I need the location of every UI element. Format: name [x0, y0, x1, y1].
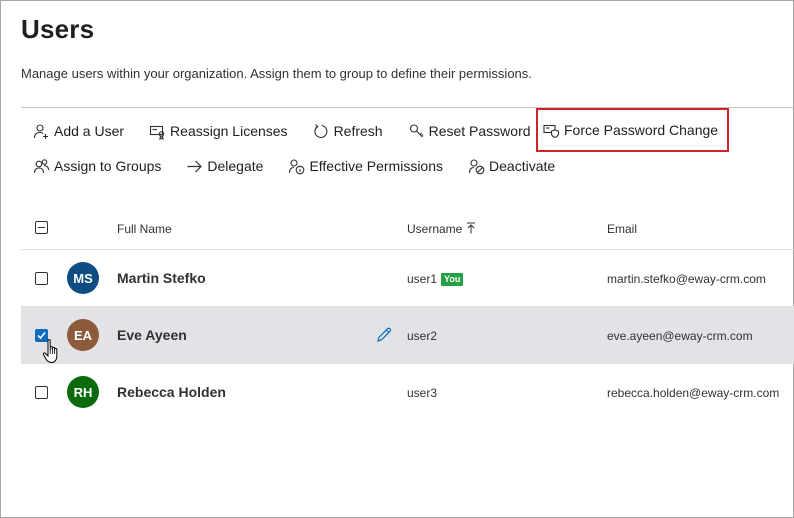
- key-person-icon: [409, 123, 423, 137]
- delegate-label: Delegate: [207, 158, 264, 174]
- add-user-label: Add a User: [54, 123, 125, 139]
- avatar: MS: [67, 262, 99, 294]
- page-subtitle: Manage users within your organization. A…: [21, 66, 532, 81]
- refresh-icon: [313, 123, 327, 138]
- page-title: Users: [21, 14, 95, 44]
- user-email: martin.stefko@eway-crm.com: [607, 272, 766, 286]
- user-full-name[interactable]: Martin Stefko: [117, 270, 206, 286]
- user-full-name[interactable]: Eve Ayeen: [117, 327, 187, 343]
- user-username: user3: [407, 386, 438, 400]
- table-row[interactable]: RH Rebecca Holden user3 rebecca.holden@e…: [21, 364, 794, 421]
- users-table: Full Name Username Email MS Martin Stefk…: [21, 207, 794, 421]
- column-header-username[interactable]: Username: [407, 222, 476, 236]
- table-row[interactable]: MS Martin Stefko user1 You martin.stefko@…: [21, 250, 794, 307]
- add-user-button[interactable]: Add a User: [33, 116, 124, 146]
- effective-permissions-label: Effective Permissions: [309, 158, 444, 174]
- column-header-full-name[interactable]: Full Name: [117, 222, 172, 236]
- table-header: Full Name Username Email: [21, 207, 794, 250]
- delegate-button[interactable]: Delegate: [186, 151, 263, 181]
- user-full-name[interactable]: Rebecca Holden: [117, 384, 226, 400]
- table-row[interactable]: EA Eve Ayeen user2 eve.ayeen@eway-crm.co…: [21, 307, 794, 364]
- arrow-right-icon: [187, 160, 203, 172]
- avatar: RH: [67, 376, 99, 408]
- user-username: user2: [407, 329, 438, 343]
- shield-card-icon: [543, 124, 560, 138]
- row-checkbox[interactable]: [35, 386, 48, 399]
- person-block-icon: [468, 158, 485, 174]
- force-password-change-label: Force Password Change: [564, 122, 719, 138]
- force-password-change-button[interactable]: Force Password Change: [536, 108, 730, 152]
- refresh-label: Refresh: [333, 123, 383, 139]
- toolbar-row-2: Assign to Groups Delegate Effective Perm…: [33, 151, 580, 181]
- column-header-username-label: Username: [407, 222, 463, 236]
- user-username: user1 You: [407, 272, 464, 286]
- effective-permissions-button[interactable]: Effective Permissions: [288, 151, 443, 181]
- add-person-icon: [33, 123, 48, 139]
- toolbar-row-1: Add a User Reassign Licenses Refresh Res…: [33, 108, 733, 152]
- reassign-licenses-label: Reassign Licenses: [170, 123, 288, 139]
- sort-ascending-icon: [467, 222, 476, 234]
- column-header-email[interactable]: Email: [607, 222, 637, 236]
- deactivate-label: Deactivate: [489, 158, 556, 174]
- person-info-icon: [289, 158, 305, 174]
- user-email: eve.ayeen@eway-crm.com: [607, 329, 753, 343]
- assign-to-groups-button[interactable]: Assign to Groups: [33, 151, 161, 181]
- refresh-button[interactable]: Refresh: [313, 116, 383, 146]
- license-icon: [149, 125, 165, 140]
- select-all-checkbox[interactable]: [35, 221, 48, 234]
- assign-to-groups-label: Assign to Groups: [54, 158, 162, 174]
- deactivate-button[interactable]: Deactivate: [468, 151, 555, 181]
- row-checkbox[interactable]: [35, 272, 48, 285]
- reassign-licenses-button[interactable]: Reassign Licenses: [149, 116, 288, 146]
- people-group-icon: [33, 158, 50, 173]
- pencil-edit-icon[interactable]: [375, 326, 393, 344]
- reset-password-button[interactable]: Reset Password: [408, 116, 531, 146]
- reset-password-label: Reset Password: [428, 123, 531, 139]
- you-badge: You: [441, 272, 464, 286]
- avatar: EA: [67, 319, 99, 351]
- hand-cursor-icon: [42, 339, 58, 364]
- user-email: rebecca.holden@eway-crm.com: [607, 386, 780, 400]
- username-text: user1: [407, 272, 438, 286]
